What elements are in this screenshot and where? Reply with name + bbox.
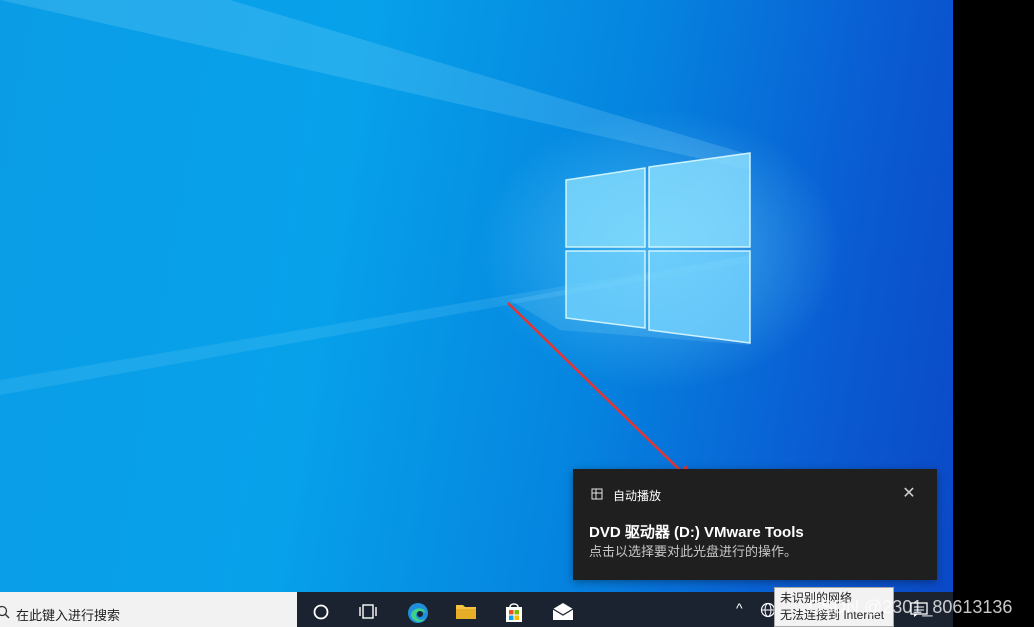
screen: 自动播放 ✕ DVD 驱动器 (D:) VMware Tools 点击以选择要对… [0, 0, 1034, 627]
mail-icon [552, 603, 574, 620]
notification-app-name: 自动播放 [613, 489, 662, 503]
search-placeholder: 在此键入进行搜索 [16, 608, 121, 623]
close-icon[interactable]: ✕ [899, 484, 919, 504]
autoplay-notification[interactable]: 自动播放 ✕ DVD 驱动器 (D:) VMware Tools 点击以选择要对… [573, 469, 937, 580]
edge-icon [408, 603, 428, 623]
show-hidden-icons-chevron-icon[interactable]: ^ [736, 600, 743, 616]
task-view-icon [359, 604, 377, 619]
desktop-wallpaper[interactable]: 自动播放 ✕ DVD 驱动器 (D:) VMware Tools 点击以选择要对… [0, 0, 953, 592]
circle-icon [313, 604, 329, 620]
task-view-button[interactable] [345, 592, 393, 627]
screen-edge-black [953, 0, 1034, 627]
file-explorer-button[interactable] [441, 592, 489, 627]
tooltip-line-1: 未识别的网络 [780, 591, 853, 605]
edge-button[interactable] [393, 592, 441, 627]
cortana-button[interactable] [297, 592, 345, 627]
notification-body: 点击以选择要对此光盘进行的操作。 [589, 544, 798, 559]
search-icon [0, 605, 10, 619]
folder-icon [456, 605, 476, 619]
mail-button[interactable] [537, 592, 585, 627]
search-input[interactable]: 在此键入进行搜索 [0, 592, 297, 627]
store-icon [506, 603, 522, 622]
notification-title: DVD 驱动器 (D:) VMware Tools [589, 524, 804, 541]
action-center-icon[interactable] [910, 602, 928, 618]
network-status-tooltip: 未识别的网络 无法连接到 Internet [774, 587, 894, 627]
microsoft-store-button[interactable] [489, 592, 537, 627]
tooltip-line-2: 无法连接到 Internet [780, 608, 885, 622]
autoplay-icon [591, 488, 603, 500]
